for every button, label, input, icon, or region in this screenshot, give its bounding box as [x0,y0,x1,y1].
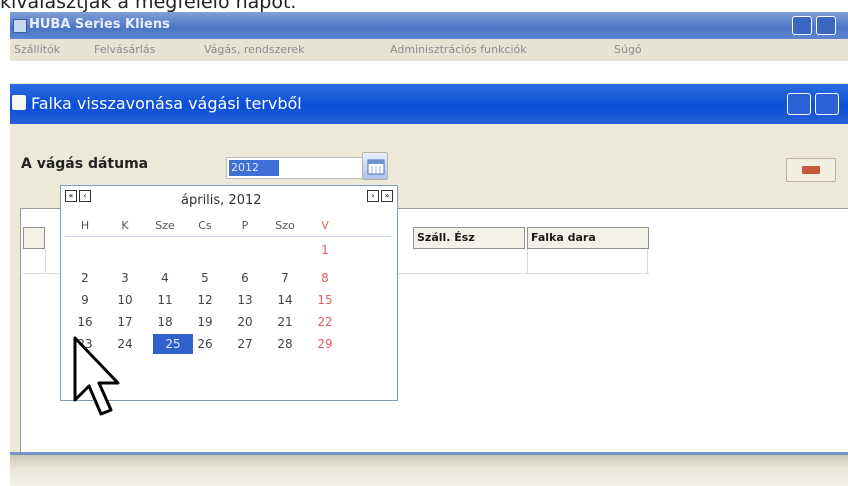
document-icon [12,95,26,110]
weekday-header: Sze [155,219,175,232]
status-area [10,452,848,486]
calendar-day[interactable]: 10 [105,290,145,310]
date-input[interactable]: 2012 [226,157,366,179]
calendar-day[interactable]: 1 [305,240,345,260]
prev-year-button[interactable]: « [65,190,77,202]
calendar-day[interactable]: 29 [305,334,345,354]
weekday-header: V [321,219,329,232]
menu-separator [10,61,848,83]
calendar-divider [65,236,391,237]
calendar-day[interactable]: 13 [225,290,265,310]
calendar-day[interactable]: 7 [265,268,305,288]
dialog-minimize-button[interactable] [787,93,811,115]
calendar-day[interactable]: 3 [105,268,145,288]
minimize-button[interactable] [792,16,812,35]
date-input-selection: 2012 [229,160,279,176]
calendar-day[interactable]: 4 [145,268,185,288]
calendar-month-label: április, 2012 [181,193,262,208]
calendar-day[interactable]: 5 [185,268,225,288]
next-month-button[interactable]: › [367,190,379,202]
calendar-day[interactable]: 18 [145,312,185,332]
calendar-day[interactable]: 6 [225,268,265,288]
grid-header-supplier[interactable]: Száll. Ész [413,227,525,249]
grid-header-count[interactable]: Falka dara [527,227,649,249]
calendar-day[interactable]: 19 [185,312,225,332]
calendar-day[interactable]: 8 [305,268,345,288]
grid-column-divider [527,249,528,273]
exit-icon [802,166,820,174]
calendar-day[interactable]: 15 [305,290,345,310]
next-year-button[interactable]: » [381,190,393,202]
menu-item-purchasing[interactable]: Felvásárlás [94,43,155,56]
calendar-day[interactable]: 2 [65,268,105,288]
weekday-header: Szo [275,219,295,232]
app-icon [13,19,27,33]
menu-item-slaughter[interactable]: Vágás, rendszerek [204,43,305,56]
prev-month-button[interactable]: ‹ [79,190,91,202]
calendar-day[interactable]: 11 [145,290,185,310]
calendar-day[interactable]: 26 [185,334,225,354]
calendar-dropdown-button[interactable] [362,152,388,180]
app-titlebar: HUBA Series Kliens [10,12,848,39]
calendar-day[interactable]: 21 [265,312,305,332]
exit-button[interactable] [786,158,836,182]
grid-column-divider [647,249,648,273]
menu-item-help[interactable]: Súgó [614,43,642,56]
grid-header-row-indicator [23,227,45,249]
mouse-pointer-icon [73,336,120,416]
calendar-icon [367,159,385,175]
calendar-day[interactable]: 17 [105,312,145,332]
weekday-header: H [80,219,90,232]
grid-column-divider [45,249,46,273]
calendar-day[interactable]: 9 [65,290,105,310]
dialog-title: Falka visszavonása vágási tervből [31,94,302,113]
maximize-button[interactable] [816,16,836,35]
calendar-day[interactable]: 27 [225,334,265,354]
calendar-day[interactable]: 14 [265,290,305,310]
menu-bar: Szállítók Felvásárlás Vágás, rendszerek … [10,39,848,61]
menu-item-suppliers[interactable]: Szállítók [14,43,60,56]
app-title: HUBA Series Kliens [29,17,170,32]
dialog-titlebar: Falka visszavonása vágási tervből [10,84,848,124]
date-label: A vágás dátuma [21,156,149,172]
weekday-header: Cs [198,219,212,232]
calendar-day[interactable]: 28 [265,334,305,354]
dialog-maximize-button[interactable] [815,93,839,115]
weekday-header: P [241,219,249,232]
weekday-header: K [121,219,129,232]
calendar-day[interactable]: 16 [65,312,105,332]
calendar-day[interactable]: 12 [185,290,225,310]
calendar-day[interactable]: 20 [225,312,265,332]
menu-item-admin[interactable]: Adminisztrációs funkciók [390,43,527,56]
calendar-day[interactable]: 22 [305,312,345,332]
